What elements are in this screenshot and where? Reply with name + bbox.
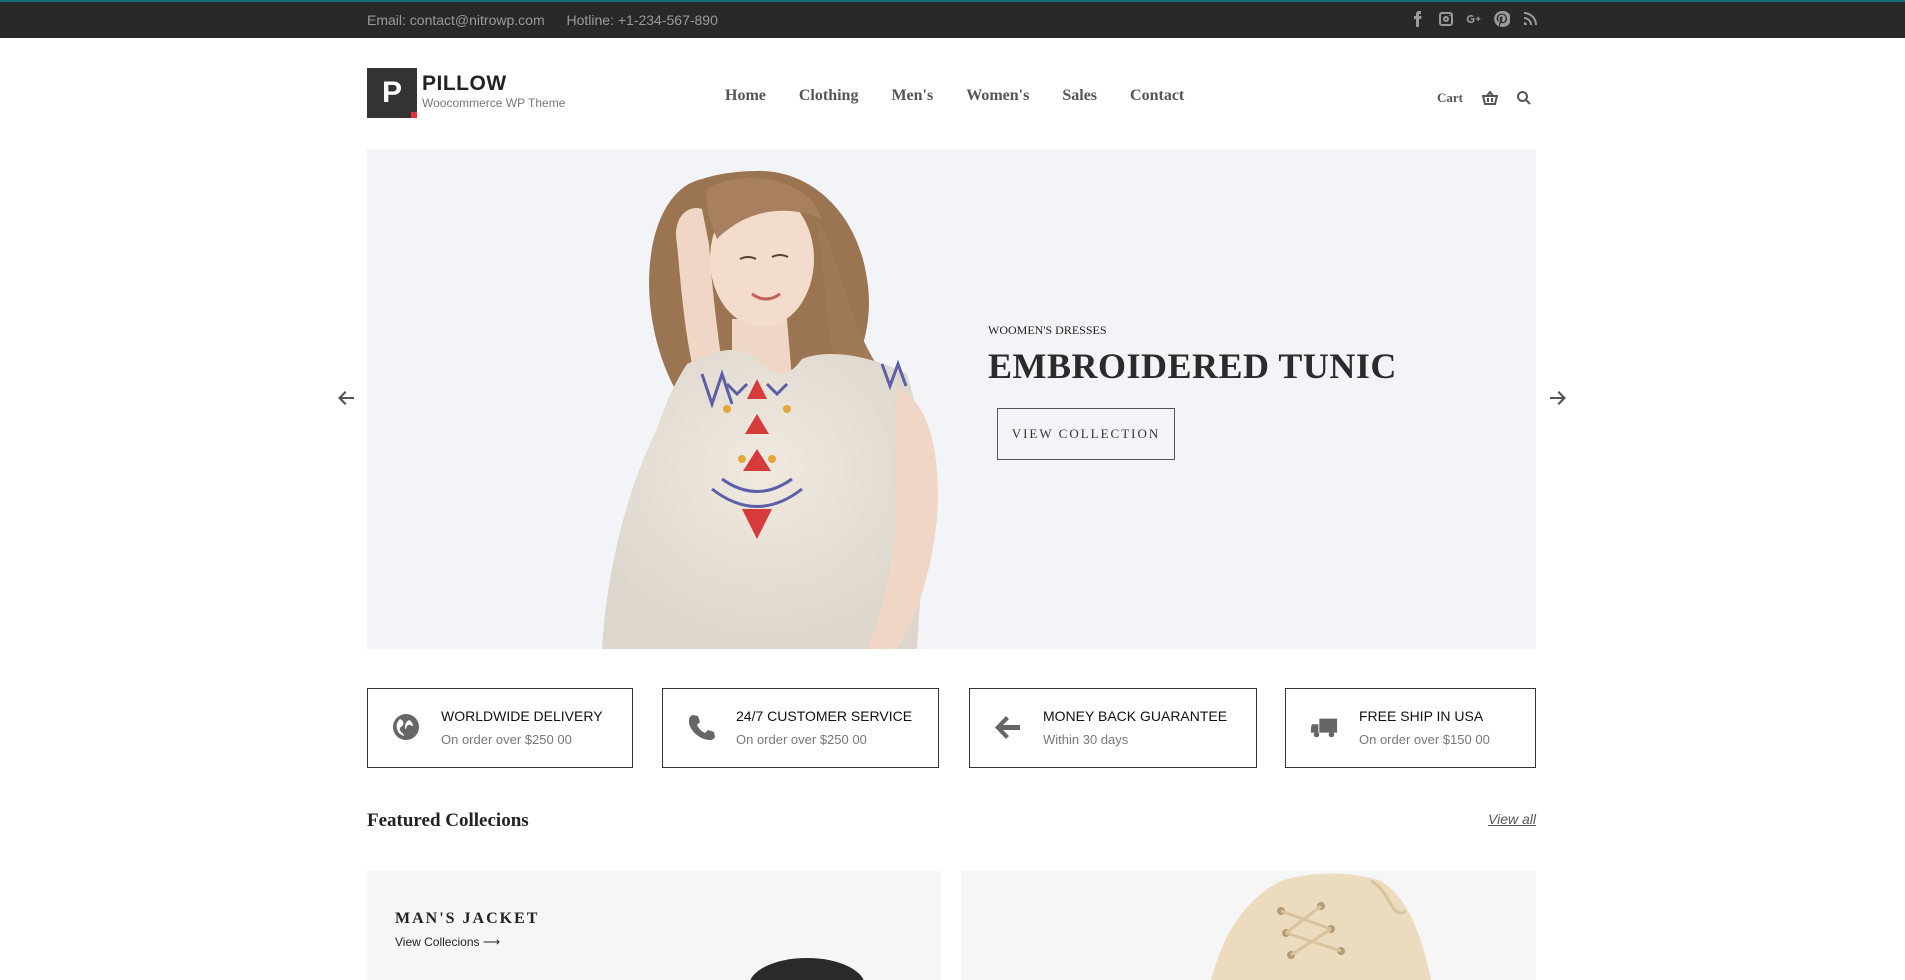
- collection-card-mens-jacket[interactable]: MAN'S JACKET View Collecions ⟶: [367, 871, 941, 980]
- view-all-link[interactable]: View all: [1488, 811, 1536, 827]
- hero-category: WOOMEN'S DRESSES: [988, 323, 1107, 337]
- feature-title: WORLDWIDE DELIVERY: [441, 708, 603, 724]
- slider-next-arrow-icon[interactable]: [1550, 391, 1566, 405]
- instagram-icon[interactable]: [1438, 11, 1454, 27]
- nav-sales[interactable]: Sales: [1062, 87, 1097, 105]
- facebook-icon[interactable]: [1410, 11, 1426, 27]
- feature-title: FREE SHIP IN USA: [1359, 708, 1484, 724]
- arrow-left-icon: [994, 713, 1022, 741]
- hero-model-image: [602, 170, 938, 649]
- truck-icon: [1310, 713, 1338, 741]
- feature-box-service: 24/7 CUSTOMER SERVICE On order over $250…: [662, 688, 939, 768]
- header: P PILLOW Woocommerce WP Theme Home Cloth…: [0, 38, 1905, 148]
- feature-subtitle: Within 30 days: [1043, 732, 1129, 747]
- site-title[interactable]: PILLOW: [422, 72, 507, 96]
- contact-info: Email: contact@nitrowp.com Hotline: +1-2…: [367, 12, 736, 28]
- collection-title: MAN'S JACKET: [395, 910, 540, 927]
- globe-icon: [392, 713, 420, 741]
- pinterest-icon[interactable]: [1494, 11, 1510, 27]
- view-collection-button[interactable]: VIEW COLLECTION: [997, 408, 1175, 460]
- nav-home[interactable]: Home: [725, 87, 766, 105]
- featured-collections-heading: Featured Collecions: [367, 810, 529, 831]
- collection-card-shoes[interactable]: [961, 871, 1536, 980]
- logo-mark[interactable]: P: [367, 68, 417, 118]
- feature-title: MONEY BACK GUARANTEE: [1043, 708, 1228, 724]
- basket-icon[interactable]: [1482, 90, 1498, 106]
- social-links: [1410, 11, 1538, 27]
- feature-box-delivery: WORLDWIDE DELIVERY On order over $250 00: [367, 688, 633, 768]
- jacket-image: [750, 958, 864, 980]
- email-text[interactable]: Email: contact@nitrowp.com: [367, 12, 545, 28]
- search-icon[interactable]: [1516, 90, 1532, 106]
- slider-prev-arrow-icon[interactable]: [338, 391, 354, 405]
- main-nav: Home Clothing Men's Women's Sales Contac…: [725, 87, 1217, 105]
- google-plus-icon[interactable]: [1466, 11, 1482, 27]
- hero-title: EMBROIDERED TUNIC: [988, 346, 1397, 386]
- feature-box-money-back: MONEY BACK GUARANTEE Within 30 days: [969, 688, 1257, 768]
- site-tagline: Woocommerce WP Theme: [422, 96, 566, 110]
- feature-subtitle: On order over $250 00: [441, 732, 572, 747]
- hotline-text[interactable]: Hotline: +1-234-567-890: [567, 12, 718, 28]
- hero-slider: WOOMEN'S DRESSES EMBROIDERED TUNIC VIEW …: [367, 149, 1536, 649]
- feature-subtitle: On order over $150 00: [1359, 732, 1490, 747]
- feature-box-free-ship: FREE SHIP IN USA On order over $150 00: [1285, 688, 1536, 768]
- nav-womens[interactable]: Women's: [966, 87, 1029, 105]
- cart-link[interactable]: Cart: [1437, 90, 1463, 106]
- top-bar: Email: contact@nitrowp.com Hotline: +1-2…: [0, 0, 1905, 38]
- nav-contact[interactable]: Contact: [1130, 87, 1184, 105]
- nav-clothing[interactable]: Clothing: [799, 87, 859, 105]
- feature-title: 24/7 CUSTOMER SERVICE: [736, 708, 913, 724]
- feature-subtitle: On order over $250 00: [736, 732, 867, 747]
- phone-icon: [687, 713, 715, 741]
- view-collections-link[interactable]: View Collecions ⟶: [395, 935, 500, 949]
- shoe-image: [1211, 873, 1431, 980]
- nav-mens[interactable]: Men's: [891, 87, 933, 105]
- rss-icon[interactable]: [1522, 11, 1538, 27]
